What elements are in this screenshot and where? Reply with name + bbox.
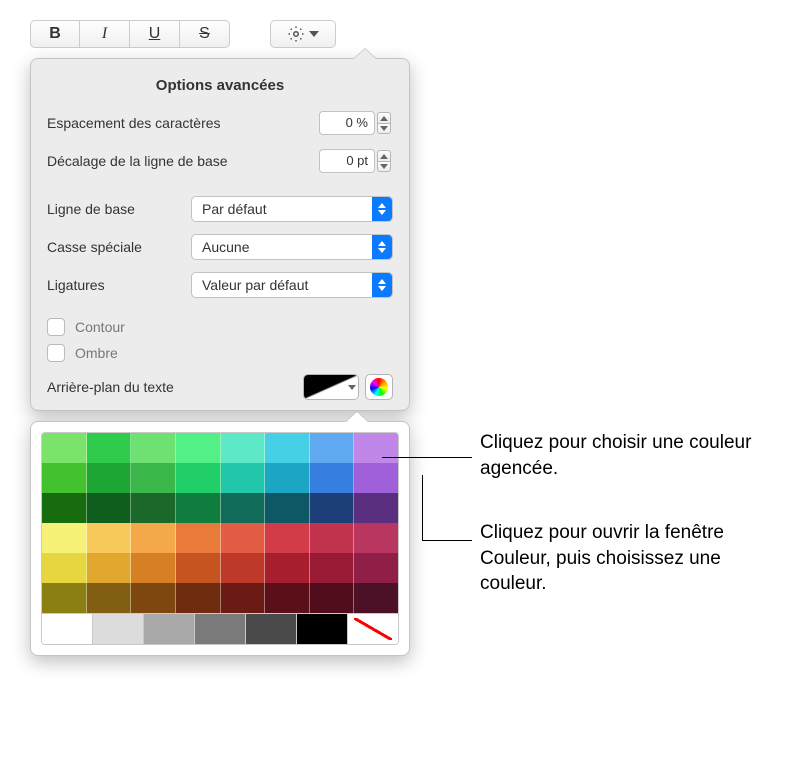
color-swatch[interactable] [221, 433, 266, 463]
color-swatch[interactable] [176, 553, 221, 583]
gear-icon [287, 25, 305, 43]
outline-checkbox[interactable] [47, 318, 65, 336]
color-swatch[interactable] [87, 493, 132, 523]
color-swatch[interactable] [87, 463, 132, 493]
shadow-checkbox[interactable] [47, 344, 65, 362]
color-swatch[interactable] [265, 493, 310, 523]
color-swatch[interactable] [42, 463, 87, 493]
dropdown-arrows-icon [372, 273, 392, 297]
color-wheel-icon [370, 378, 388, 396]
color-swatch[interactable] [354, 433, 398, 463]
leader-line [422, 540, 472, 541]
baseline-shift-label: Décalage de la ligne de base [47, 153, 228, 169]
caps-value: Aucune [202, 239, 249, 255]
color-swatch[interactable] [131, 523, 176, 553]
color-swatch[interactable] [87, 553, 132, 583]
color-swatch[interactable] [354, 523, 398, 553]
color-swatch[interactable] [265, 553, 310, 583]
color-swatch[interactable] [310, 523, 355, 553]
caps-label: Casse spéciale [47, 239, 142, 255]
color-swatch[interactable] [93, 614, 144, 644]
matched-color-well[interactable] [303, 374, 359, 400]
color-swatch[interactable] [87, 523, 132, 553]
text-background-label: Arrière-plan du texte [47, 379, 174, 395]
color-swatch[interactable] [265, 523, 310, 553]
color-swatch[interactable] [221, 463, 266, 493]
color-swatch[interactable] [195, 614, 246, 644]
color-swatch[interactable] [144, 614, 195, 644]
char-spacing-stepper-down[interactable] [377, 123, 391, 134]
shadow-label: Ombre [75, 345, 118, 361]
color-swatch[interactable] [221, 583, 266, 613]
color-swatch[interactable] [176, 523, 221, 553]
no-color-swatch[interactable] [348, 614, 398, 644]
char-spacing-field[interactable]: 0 % [319, 111, 375, 135]
chevron-down-icon [309, 31, 319, 37]
annotation-matched-color: Cliquez pour choisir une couleur agencée… [480, 430, 770, 481]
baseline-shift-field[interactable]: 0 pt [319, 149, 375, 173]
dropdown-arrows-icon [372, 235, 392, 259]
color-swatch[interactable] [310, 493, 355, 523]
dropdown-arrows-icon [372, 197, 392, 221]
baseline-shift-stepper-up[interactable] [377, 150, 391, 161]
color-swatch[interactable] [42, 523, 87, 553]
caps-dropdown[interactable]: Aucune [191, 234, 393, 260]
color-swatch[interactable] [87, 433, 132, 463]
color-swatch[interactable] [176, 433, 221, 463]
italic-button[interactable]: I [80, 20, 130, 48]
color-swatch[interactable] [310, 553, 355, 583]
color-swatch[interactable] [42, 553, 87, 583]
color-swatch[interactable] [354, 583, 398, 613]
color-swatch[interactable] [221, 553, 266, 583]
panel-title: Options avancées [47, 77, 393, 94]
color-swatch[interactable] [310, 583, 355, 613]
annotation-color-picker: Cliquez pour ouvrir la fenêtre Couleur, … [480, 520, 780, 597]
color-swatch[interactable] [131, 553, 176, 583]
baseline-shift-stepper-down[interactable] [377, 161, 391, 172]
color-swatch[interactable] [131, 433, 176, 463]
color-swatch[interactable] [131, 493, 176, 523]
color-swatch[interactable] [265, 463, 310, 493]
underline-button[interactable]: U [130, 20, 180, 48]
ligatures-value: Valeur par défaut [202, 277, 308, 293]
baseline-value: Par défaut [202, 201, 267, 217]
color-swatch[interactable] [354, 463, 398, 493]
leader-line [382, 457, 472, 458]
color-swatch[interactable] [42, 583, 87, 613]
color-swatch[interactable] [354, 553, 398, 583]
advanced-options-button[interactable] [270, 20, 336, 48]
color-swatch[interactable] [87, 583, 132, 613]
outline-label: Contour [75, 319, 125, 335]
color-swatch[interactable] [221, 523, 266, 553]
color-swatch[interactable] [310, 463, 355, 493]
color-swatch[interactable] [176, 493, 221, 523]
color-swatch[interactable] [131, 583, 176, 613]
color-swatch[interactable] [176, 583, 221, 613]
baseline-dropdown[interactable]: Par défaut [191, 196, 393, 222]
color-swatch[interactable] [265, 583, 310, 613]
color-swatch[interactable] [297, 614, 348, 644]
color-swatch[interactable] [246, 614, 297, 644]
ligatures-label: Ligatures [47, 277, 105, 293]
char-spacing-stepper-up[interactable] [377, 112, 391, 123]
color-swatch[interactable] [265, 433, 310, 463]
leader-line [422, 475, 423, 540]
color-swatch[interactable] [221, 493, 266, 523]
color-swatch-popover [30, 421, 410, 656]
ligatures-dropdown[interactable]: Valeur par défaut [191, 272, 393, 298]
color-swatch[interactable] [354, 493, 398, 523]
color-swatch[interactable] [131, 463, 176, 493]
color-swatch[interactable] [42, 493, 87, 523]
color-swatch[interactable] [310, 433, 355, 463]
strikethrough-button[interactable]: S [180, 20, 230, 48]
color-swatch[interactable] [42, 614, 93, 644]
char-spacing-label: Espacement des caractères [47, 115, 221, 131]
color-swatch[interactable] [42, 433, 87, 463]
color-swatch[interactable] [176, 463, 221, 493]
baseline-label: Ligne de base [47, 201, 135, 217]
bold-button[interactable]: B [30, 20, 80, 48]
advanced-options-panel: Options avancées Espacement des caractèr… [30, 58, 410, 411]
color-picker-button[interactable] [365, 374, 393, 400]
